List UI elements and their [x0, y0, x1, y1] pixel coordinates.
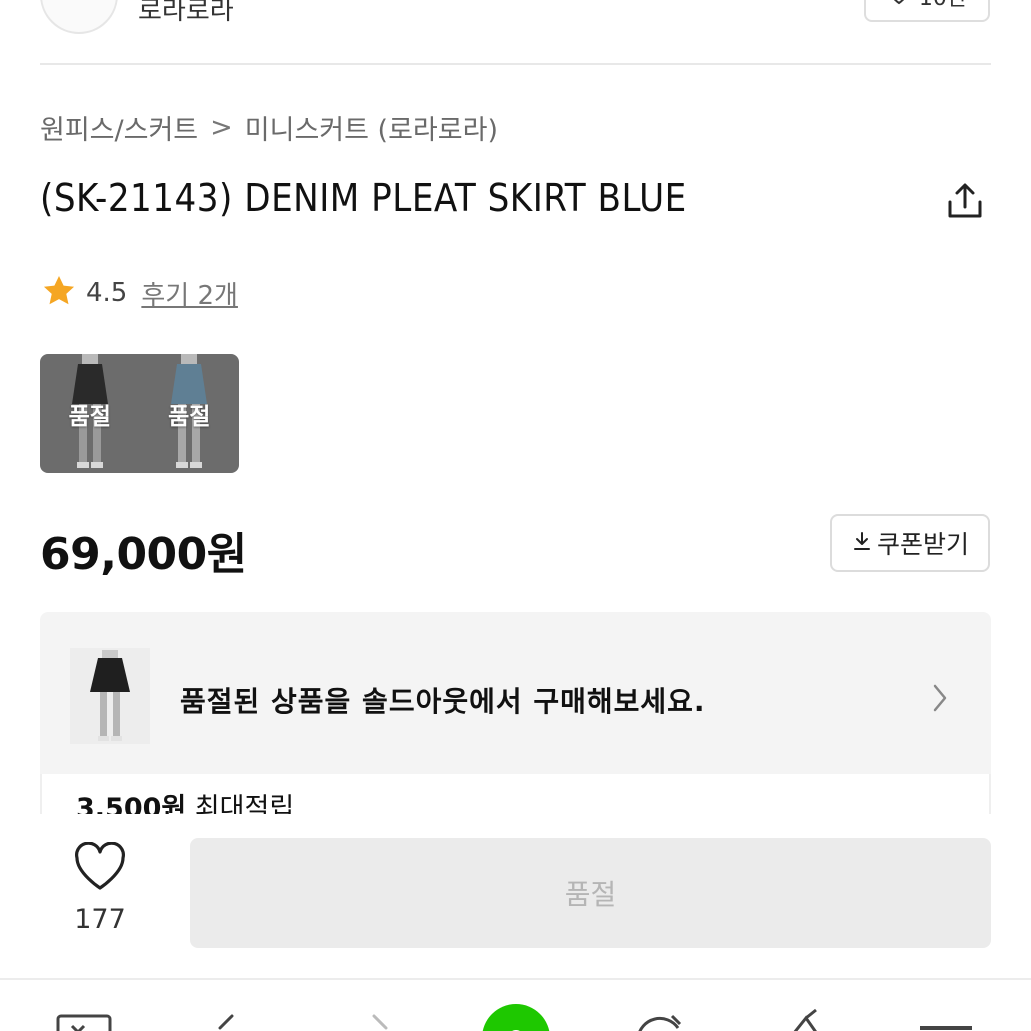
wish-button[interactable]: 177 [60, 841, 140, 942]
share-icon[interactable] [944, 180, 986, 222]
star-icon [40, 272, 78, 314]
soldout-label: 품절 [68, 403, 111, 430]
color-options: 품절 품절 [40, 354, 239, 473]
coupon-button[interactable]: 쿠폰받기 [830, 514, 990, 572]
soldout-banner-text: 품절된 상품을 솔드아웃에서 구매해보세요. [180, 685, 706, 718]
download-icon [851, 529, 873, 558]
refresh-icon[interactable] [632, 1010, 686, 1031]
home-icon[interactable] [56, 1012, 112, 1031]
brand-like-button[interactable]: 10만 [864, 0, 990, 22]
product-title: (SK-21143) DENIM PLEAT SKIRT BLUE [40, 176, 687, 220]
brand-avatar[interactable] [40, 0, 118, 34]
brand-like-count: 10만 [919, 0, 967, 12]
breadcrumb-separator: > [210, 112, 233, 143]
soldout-label: 품절 [168, 403, 211, 430]
brand-header: 로라로라 10만 [0, 0, 1031, 65]
banner-thumbnail [70, 648, 150, 744]
review-link[interactable]: 후기 2개 [141, 275, 238, 312]
rating-row: 4.5 후기 2개 [40, 272, 238, 314]
color-option-black[interactable]: 품절 [40, 354, 140, 473]
rating-value: 4.5 [86, 278, 128, 308]
chevron-right-icon [928, 682, 952, 714]
breadcrumb: 원피스/스커트 > 미니스커트 (로라로라) [40, 108, 498, 147]
browser-home-icon[interactable] [480, 1002, 552, 1031]
color-option-blue[interactable]: 품절 [140, 354, 240, 473]
coupon-label: 쿠폰받기 [876, 530, 969, 559]
bottom-action-bar: 177 품절 [0, 814, 1031, 978]
product-price: 69,000원 [40, 529, 247, 580]
reward-suffix: 최대적립 [194, 793, 295, 814]
forward-icon[interactable] [366, 1012, 396, 1031]
divider [40, 63, 991, 65]
breadcrumb-category[interactable]: 원피스/스커트 [40, 108, 198, 147]
buy-button[interactable]: 품절 [190, 838, 991, 948]
heart-icon [887, 0, 911, 10]
heart-icon [73, 841, 127, 896]
breadcrumb-subcategory[interactable]: 미니스커트 (로라로라) [245, 108, 498, 147]
brand-name[interactable]: 로라로라 [138, 0, 234, 27]
browser-nav-bar [0, 978, 1031, 1031]
back-icon[interactable] [210, 1012, 240, 1031]
reward-box: 3,500원 최대적립 [40, 774, 991, 814]
share-nav-icon[interactable] [786, 1008, 832, 1031]
menu-icon[interactable] [918, 1022, 974, 1031]
wish-count: 177 [74, 904, 126, 935]
reward-text: 3,500원 최대적립 [76, 786, 294, 814]
reward-amount: 3,500원 [76, 793, 187, 814]
soldout-banner[interactable]: 품절된 상품을 솔드아웃에서 구매해보세요. [40, 612, 991, 774]
